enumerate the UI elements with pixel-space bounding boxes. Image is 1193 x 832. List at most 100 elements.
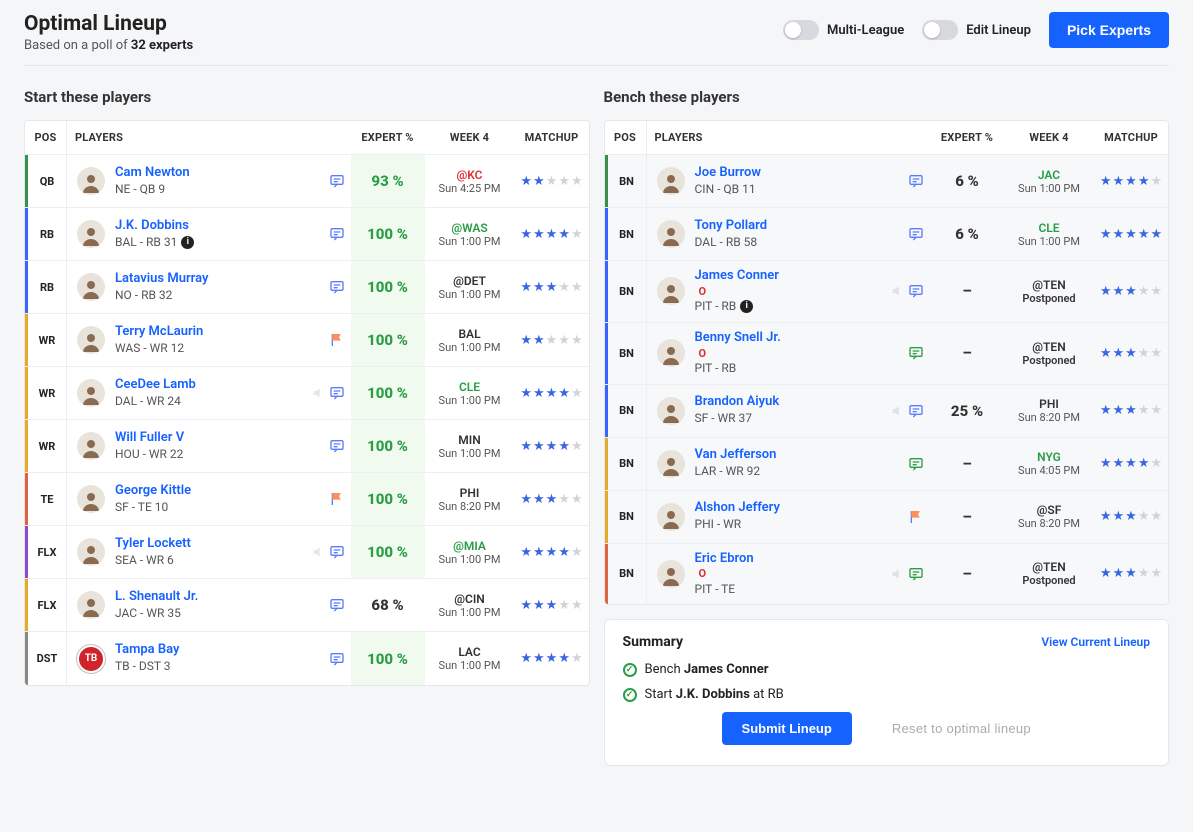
news-flag-icon[interactable] xyxy=(329,332,345,348)
position-cell: QB xyxy=(25,155,67,207)
table-row: BNBrandon AiyukSF - WR 37 25 %PHISun 8:2… xyxy=(605,385,1169,438)
chat-icon[interactable] xyxy=(329,597,345,613)
expert-percent: 100 % xyxy=(367,331,408,349)
reset-lineup-button[interactable]: Reset to optimal lineup xyxy=(872,712,1051,745)
player-meta: PIT - TE xyxy=(695,582,754,598)
chat-icon[interactable] xyxy=(329,173,345,189)
summary-line-start: Start J.K. Dobbins at RB xyxy=(623,687,1151,702)
switch-icon[interactable] xyxy=(783,20,819,40)
player-name-link[interactable]: Benny Snell Jr. xyxy=(695,330,781,347)
player-name-link[interactable]: Alshon Jeffery xyxy=(695,500,780,517)
mute-icon[interactable] xyxy=(890,283,906,299)
view-current-lineup-link[interactable]: View Current Lineup xyxy=(1041,635,1150,649)
position-cell: BN xyxy=(605,491,647,543)
opponent: @SF xyxy=(1037,503,1062,517)
player-name-link[interactable]: James Conner xyxy=(695,268,779,285)
chat-icon[interactable] xyxy=(329,385,345,401)
news-flag-icon[interactable] xyxy=(908,509,924,525)
table-row: DSTTBTampa BayTB - DST 3 100 %LACSun 1:0… xyxy=(25,632,589,685)
player-avatar xyxy=(657,450,685,478)
matchup-stars: ★★★★★ xyxy=(520,492,582,507)
expert-percent: – xyxy=(962,282,971,300)
chat-icon[interactable] xyxy=(908,456,924,472)
game-time: Sun 1:00 PM xyxy=(439,394,501,407)
player-name-link[interactable]: Latavius Murray xyxy=(115,271,208,288)
table-row: WRTerry McLaurinWAS - WR 12 100 %BALSun … xyxy=(25,314,589,367)
mute-icon[interactable] xyxy=(311,544,327,560)
chat-icon[interactable] xyxy=(908,403,924,419)
player-name-link[interactable]: Joe Burrow xyxy=(695,165,761,182)
player-name-link[interactable]: Eric Ebron xyxy=(695,551,754,568)
matchup-stars: ★★★★★ xyxy=(520,598,582,613)
info-icon[interactable]: i xyxy=(740,300,753,313)
player-name-link[interactable]: L. Shenault Jr. xyxy=(115,589,198,606)
game-time: Sun 8:20 PM xyxy=(1018,411,1080,424)
check-icon xyxy=(623,663,637,677)
player-name-link[interactable]: CeeDee Lamb xyxy=(115,377,196,394)
player-name-link[interactable]: Cam Newton xyxy=(115,165,190,182)
chat-icon[interactable] xyxy=(329,279,345,295)
position-cell: WR xyxy=(25,420,67,472)
chat-icon[interactable] xyxy=(908,283,924,299)
pick-experts-button[interactable]: Pick Experts xyxy=(1049,12,1169,48)
player-name-link[interactable]: George Kittle xyxy=(115,483,191,500)
game-time: Sun 8:20 PM xyxy=(439,500,501,513)
matchup-stars: ★★★★★ xyxy=(1100,509,1162,524)
matchup-stars: ★★★★★ xyxy=(1100,403,1162,418)
mute-icon[interactable] xyxy=(890,403,906,419)
game-postponed: Postponed xyxy=(1022,354,1075,367)
position-cell: RB xyxy=(25,261,67,313)
submit-lineup-button[interactable]: Submit Lineup xyxy=(722,712,852,745)
opponent: @DET xyxy=(453,274,486,288)
opponent: @TEN xyxy=(1032,340,1065,354)
position-cell: BN xyxy=(605,544,647,605)
mute-icon[interactable] xyxy=(890,566,906,582)
opponent: NYG xyxy=(1037,450,1061,464)
matchup-stars: ★★★★★ xyxy=(1100,284,1162,299)
chat-icon[interactable] xyxy=(329,226,345,242)
player-name-link[interactable]: Will Fuller V xyxy=(115,430,184,447)
matchup-stars: ★★★★★ xyxy=(520,174,582,189)
player-name-link[interactable]: Brandon Aiyuk xyxy=(695,394,780,411)
player-name-link[interactable]: J.K. Dobbins xyxy=(115,218,194,235)
news-flag-icon[interactable] xyxy=(329,491,345,507)
game-time: Sun 1:00 PM xyxy=(439,659,501,672)
player-avatar xyxy=(77,432,105,460)
position-cell: FLX xyxy=(25,526,67,578)
player-name-link[interactable]: Tyler Lockett xyxy=(115,536,191,553)
chat-icon[interactable] xyxy=(908,173,924,189)
chat-icon[interactable] xyxy=(329,438,345,454)
player-meta: PHI - WR xyxy=(695,517,780,533)
player-avatar xyxy=(77,538,105,566)
player-avatar xyxy=(77,485,105,513)
matchup-stars: ★★★★★ xyxy=(1100,566,1162,581)
player-name-link[interactable]: Tony Pollard xyxy=(695,218,768,235)
header: Optimal Lineup Based on a poll of 32 exp… xyxy=(24,12,1169,66)
multi-league-toggle[interactable]: Multi-League xyxy=(783,20,904,40)
matchup-stars: ★★★★★ xyxy=(520,545,582,560)
player-name-link[interactable]: Van Jefferson xyxy=(695,447,777,464)
game-time: Sun 1:00 PM xyxy=(1018,182,1080,195)
player-name-link[interactable]: Terry McLaurin xyxy=(115,324,203,341)
table-row: RBJ.K. DobbinsBAL - RB 31 i100 %@WASSun … xyxy=(25,208,589,261)
player-meta: WAS - WR 12 xyxy=(115,341,203,357)
switch-icon[interactable] xyxy=(922,20,958,40)
position-cell: DST xyxy=(25,632,67,685)
injury-status: O xyxy=(699,285,779,299)
mute-icon[interactable] xyxy=(311,385,327,401)
expert-percent: 93 % xyxy=(371,172,403,190)
page-subtitle: Based on a poll of 32 experts xyxy=(24,38,193,53)
chat-icon[interactable] xyxy=(908,345,924,361)
player-avatar xyxy=(657,560,685,588)
opponent: @CIN xyxy=(454,592,485,606)
chat-icon[interactable] xyxy=(329,544,345,560)
info-icon[interactable]: i xyxy=(181,236,194,249)
chat-icon[interactable] xyxy=(908,226,924,242)
position-cell: RB xyxy=(25,208,67,260)
player-avatar xyxy=(77,220,105,248)
game-time: Sun 1:00 PM xyxy=(1018,235,1080,248)
chat-icon[interactable] xyxy=(908,566,924,582)
edit-lineup-toggle[interactable]: Edit Lineup xyxy=(922,20,1031,40)
player-name-link[interactable]: Tampa Bay xyxy=(115,642,180,659)
chat-icon[interactable] xyxy=(329,651,345,667)
